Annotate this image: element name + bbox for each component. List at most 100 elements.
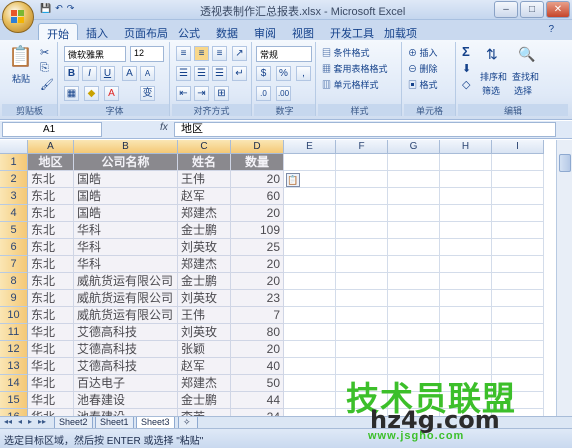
number-format-select[interactable]: 常规 (256, 46, 312, 62)
decrease-decimal-icon[interactable]: .00 (276, 86, 291, 101)
table-cell[interactable]: 44 (231, 392, 284, 409)
format-cells-button[interactable]: ▣ 格式 (408, 78, 438, 91)
help-icon[interactable]: ? (548, 24, 554, 35)
tab-developer[interactable]: 开发工具 (322, 23, 382, 40)
table-cell[interactable] (492, 341, 544, 358)
shrink-font-button[interactable]: A (140, 66, 155, 81)
table-cell[interactable] (388, 324, 440, 341)
table-cell[interactable]: 华科 (74, 222, 178, 239)
font-name-select[interactable]: 微软雅黑 (64, 46, 126, 62)
increase-decimal-icon[interactable]: .0 (256, 86, 271, 101)
table-cell[interactable]: 东北 (28, 222, 74, 239)
last-sheet-icon[interactable]: ▸▸ (38, 417, 46, 426)
tab-view[interactable]: 视图 (284, 23, 322, 40)
tab-data[interactable]: 数据 (208, 23, 246, 40)
table-cell[interactable]: 郑建杰 (178, 256, 231, 273)
tab-home[interactable]: 开始 (38, 23, 78, 41)
table-cell[interactable] (440, 358, 492, 375)
table-cell[interactable]: 7 (231, 307, 284, 324)
table-cell[interactable]: 赵军 (178, 358, 231, 375)
table-cell[interactable] (492, 222, 544, 239)
row-header-8[interactable]: 8 (0, 273, 28, 290)
table-cell[interactable] (492, 290, 544, 307)
table-cell[interactable]: 金士鹏 (178, 273, 231, 290)
table-cell[interactable]: 23 (231, 290, 284, 307)
table-cell[interactable]: 东北 (28, 290, 74, 307)
bold-button[interactable]: B (64, 66, 79, 81)
table-cell[interactable] (388, 188, 440, 205)
wrap-text-icon[interactable]: ↵ (232, 66, 247, 81)
copy-icon[interactable]: ⎘ (40, 62, 49, 75)
paste-button[interactable]: 粘贴 (12, 72, 30, 85)
table-cell[interactable]: 华科 (74, 239, 178, 256)
table-cell[interactable] (440, 171, 492, 188)
table-cell[interactable] (336, 409, 388, 416)
sort-filter-icon[interactable]: ⇅ (486, 46, 498, 63)
table-cell[interactable] (492, 358, 544, 375)
table-cell[interactable] (284, 375, 336, 392)
table-cell[interactable] (440, 307, 492, 324)
row-header-13[interactable]: 13 (0, 358, 28, 375)
row-header-1[interactable]: 1 (0, 154, 28, 171)
table-cell[interactable]: 艾德高科技 (74, 324, 178, 341)
table-cell[interactable] (440, 222, 492, 239)
table-cell[interactable] (336, 188, 388, 205)
table-cell[interactable]: 20 (231, 256, 284, 273)
table-cell[interactable]: 东北 (28, 188, 74, 205)
table-header-cell[interactable]: 数量 (231, 154, 284, 171)
row-header-12[interactable]: 12 (0, 341, 28, 358)
table-cell[interactable] (492, 324, 544, 341)
insert-cells-button[interactable]: ⊕ 插入 (408, 46, 438, 59)
table-cell[interactable]: 华北 (28, 409, 74, 416)
column-header-b[interactable]: B (74, 140, 178, 154)
table-cell[interactable] (388, 392, 440, 409)
table-cell[interactable] (440, 239, 492, 256)
find-select-label[interactable]: 查找和 (512, 70, 539, 83)
table-cell[interactable]: 109 (231, 222, 284, 239)
table-header-cell[interactable]: 地区 (28, 154, 74, 171)
save-icon[interactable]: 💾 (40, 3, 51, 14)
table-cell[interactable]: 60 (231, 188, 284, 205)
table-cell[interactable] (284, 222, 336, 239)
table-cell[interactable]: 张颖 (178, 341, 231, 358)
table-cell[interactable]: 威航货运有限公司 (74, 273, 178, 290)
clear-icon[interactable]: ◇ (462, 78, 470, 91)
table-cell[interactable] (492, 256, 544, 273)
table-cell[interactable] (492, 409, 544, 416)
table-cell[interactable] (284, 307, 336, 324)
cut-icon[interactable]: ✂ (40, 46, 49, 59)
undo-icon[interactable]: ↶ (55, 3, 63, 14)
column-header-e[interactable]: E (284, 140, 336, 154)
table-cell[interactable]: 李芳 (178, 409, 231, 416)
table-cell[interactable]: 华北 (28, 324, 74, 341)
table-cell[interactable] (336, 358, 388, 375)
table-cell[interactable]: 刘英玫 (178, 324, 231, 341)
table-cell[interactable]: 王伟 (178, 307, 231, 324)
table-cell[interactable]: 刘英玫 (178, 239, 231, 256)
sort-filter-label[interactable]: 排序和 (480, 70, 507, 83)
table-header-cell[interactable]: 公司名称 (74, 154, 178, 171)
table-cell[interactable]: 华科 (74, 256, 178, 273)
table-cell[interactable] (284, 205, 336, 222)
table-cell[interactable]: 艾德高科技 (74, 358, 178, 375)
table-cell[interactable]: 池春建设 (74, 392, 178, 409)
table-cell[interactable]: 25 (231, 239, 284, 256)
cell-styles-button[interactable]: ▥ 单元格样式 (322, 78, 379, 91)
table-cell[interactable] (284, 409, 336, 416)
table-cell[interactable] (336, 341, 388, 358)
tab-formulas[interactable]: 公式 (170, 23, 208, 40)
align-top-icon[interactable]: ≡ (176, 46, 191, 61)
table-cell[interactable]: 东北 (28, 205, 74, 222)
table-cell[interactable] (440, 290, 492, 307)
table-cell[interactable] (388, 409, 440, 416)
table-cell[interactable]: 王伟 (178, 171, 231, 188)
table-cell[interactable] (440, 409, 492, 416)
table-cell[interactable] (284, 188, 336, 205)
table-cell[interactable]: 国皓 (74, 171, 178, 188)
table-header-cell[interactable] (336, 154, 388, 171)
table-cell[interactable] (284, 290, 336, 307)
table-cell[interactable] (284, 273, 336, 290)
italic-button[interactable]: I (82, 66, 97, 81)
table-cell[interactable]: 东北 (28, 273, 74, 290)
table-cell[interactable]: 威航货运有限公司 (74, 307, 178, 324)
